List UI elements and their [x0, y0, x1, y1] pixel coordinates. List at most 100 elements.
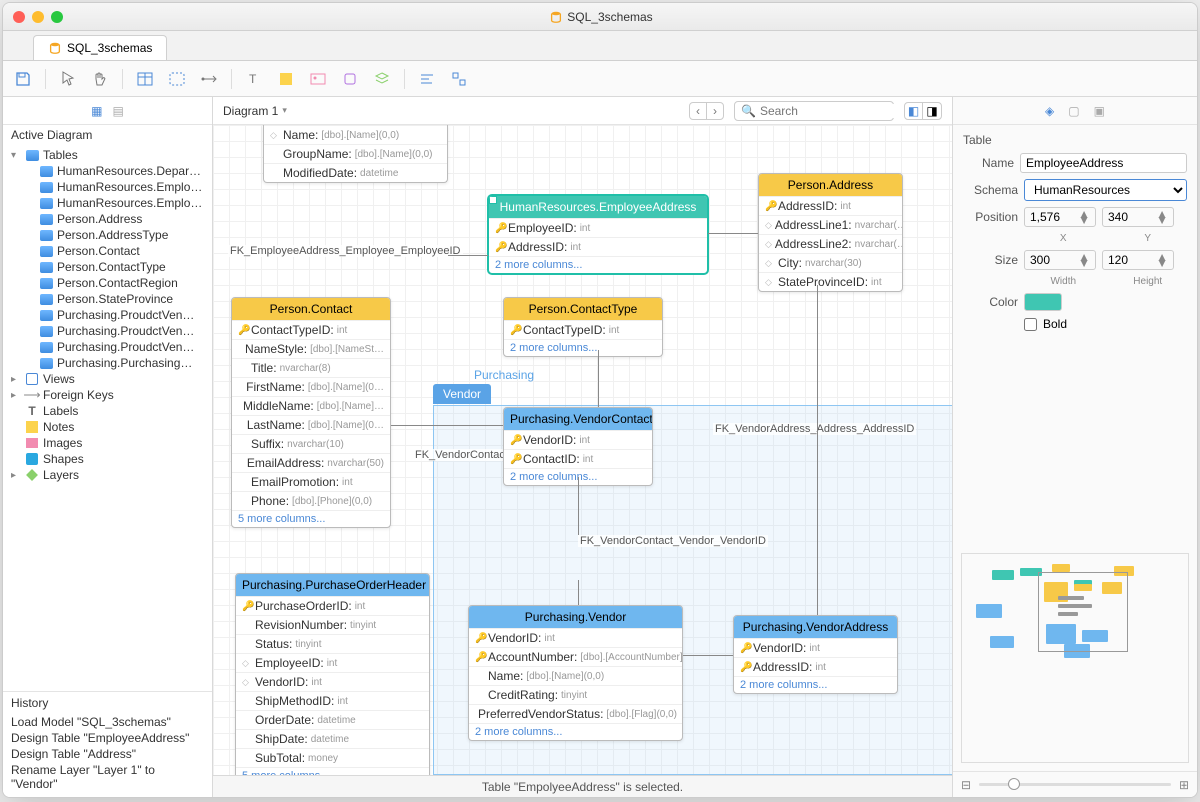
- tree-table-item[interactable]: Purchasing.ProudctVen…: [3, 339, 212, 355]
- right-sidebar: ◈ ▢ ▣ Table Name SchemaHumanResources Po…: [952, 97, 1197, 797]
- tree-table-item[interactable]: Person.ContactRegion: [3, 275, 212, 291]
- tree-fks-group[interactable]: ▸Foreign Keys: [3, 387, 212, 403]
- tree-table-item[interactable]: HumanResources.Emplo…: [3, 195, 212, 211]
- canvas-view-toggle[interactable]: ◧◨: [904, 102, 942, 120]
- entity-table[interactable]: Person.Contact🔑ContactTypeID: intNameSty…: [231, 297, 391, 528]
- history-heading: History: [11, 696, 204, 710]
- text-icon[interactable]: T: [244, 69, 264, 89]
- nav-back-icon: ‹: [690, 103, 707, 119]
- tree-tab-icon[interactable]: ▦: [91, 104, 102, 118]
- tree-table-item[interactable]: Purchasing.ProudctVen…: [3, 307, 212, 323]
- region-tab[interactable]: Vendor: [433, 384, 491, 404]
- tree-labels-group[interactable]: ▸Labels: [3, 403, 212, 419]
- svg-text:T: T: [249, 72, 257, 86]
- object-tree: ▾Tables HumanResources.Depar…HumanResour…: [3, 145, 212, 485]
- color-swatch[interactable]: [1024, 293, 1062, 311]
- zoom-in-icon[interactable]: ⊞: [1179, 778, 1189, 792]
- document-tab-label: SQL_3schemas: [67, 41, 152, 55]
- tree-notes-group[interactable]: ▸Notes: [3, 419, 212, 435]
- tree-table-item[interactable]: Person.AddressType: [3, 227, 212, 243]
- width-field[interactable]: 300▲▼: [1024, 250, 1096, 270]
- active-diagram-heading: Active Diagram: [3, 125, 212, 145]
- fk-label: FK_VendorContact: [413, 449, 510, 461]
- style-icon[interactable]: ▢: [1068, 104, 1079, 118]
- history-item[interactable]: Design Table "Address": [11, 746, 204, 762]
- minimap[interactable]: [961, 553, 1189, 763]
- list-tab-icon[interactable]: ▤: [113, 104, 124, 118]
- arrange-icon[interactable]: [449, 69, 469, 89]
- entity-partial[interactable]: ◇Name: [dbo].[Name](0,0)GroupName: [dbo]…: [263, 125, 448, 183]
- tree-table-item[interactable]: Person.ContactType: [3, 259, 212, 275]
- tree-table-item[interactable]: HumanResources.Emplo…: [3, 179, 212, 195]
- image-icon[interactable]: [308, 69, 328, 89]
- name-field[interactable]: [1020, 153, 1187, 173]
- tree-shapes-group[interactable]: ▸Shapes: [3, 451, 212, 467]
- minimize-icon[interactable]: [32, 11, 44, 23]
- pointer-icon[interactable]: [58, 69, 78, 89]
- database-icon: [48, 41, 62, 55]
- entity-table[interactable]: Purchasing.VendorAddress🔑VendorID: int🔑A…: [733, 615, 898, 694]
- name-label: Name: [963, 156, 1014, 170]
- history-item[interactable]: Load Model "SQL_3schemas": [11, 714, 204, 730]
- diagram-selector[interactable]: Diagram 1▾: [223, 104, 287, 118]
- tree-table-item[interactable]: Person.Contact: [3, 243, 212, 259]
- table-icon[interactable]: [135, 69, 155, 89]
- entity-table[interactable]: Purchasing.PurchaseOrderHeader🔑PurchaseO…: [235, 573, 430, 775]
- diagram-canvas[interactable]: Purchasing Vendor FK_EmployeeAddress_Emp…: [213, 125, 952, 775]
- fk-label: FK_VendorAddress_Address_AddressID: [713, 423, 916, 435]
- entity-table[interactable]: HumanResources.EmployeeAddress🔑EmployeeI…: [488, 195, 708, 274]
- document-tabs: SQL_3schemas: [3, 31, 1197, 61]
- entity-table[interactable]: Person.ContactType🔑ContactTypeID: int2 m…: [503, 297, 663, 357]
- layer-icon[interactable]: [372, 69, 392, 89]
- titlebar: SQL_3schemas: [3, 3, 1197, 31]
- zoom-icon[interactable]: [51, 11, 63, 23]
- relation-icon[interactable]: [199, 69, 219, 89]
- document-tab[interactable]: SQL_3schemas: [33, 35, 167, 60]
- left-sidebar: ▦ ▤ Active Diagram ▾Tables HumanResource…: [3, 97, 213, 797]
- inspector-tabs: ◈ ▢ ▣: [953, 97, 1197, 125]
- tree-images-group[interactable]: ▸Images: [3, 435, 212, 451]
- pos-y-field[interactable]: 340▲▼: [1102, 207, 1174, 227]
- canvas-header: Diagram 1▾ ‹› 🔍 ◧◨: [213, 97, 952, 125]
- entity-table[interactable]: Purchasing.Vendor🔑VendorID: int🔑AccountN…: [468, 605, 683, 741]
- window-controls: [13, 11, 63, 23]
- properties-panel: Table Name SchemaHumanResources Position…: [953, 125, 1197, 345]
- entity-table[interactable]: Purchasing.VendorContact🔑VendorID: int🔑C…: [503, 407, 653, 486]
- history-item[interactable]: Rename Layer "Layer 1" to "Vendor": [11, 762, 204, 792]
- cube-icon[interactable]: ◈: [1045, 104, 1054, 118]
- tree-views-group[interactable]: ▸Views: [3, 371, 212, 387]
- save-icon[interactable]: [13, 69, 33, 89]
- history-item[interactable]: Design Table "EmployeeAddress": [11, 730, 204, 746]
- note-icon[interactable]: [276, 69, 296, 89]
- tree-table-item[interactable]: Purchasing.ProudctVen…: [3, 323, 212, 339]
- entity-table[interactable]: Person.Address🔑AddressID: int◇AddressLin…: [758, 173, 903, 292]
- metrics-icon[interactable]: ▣: [1094, 104, 1105, 118]
- nav-history[interactable]: ‹›: [689, 102, 724, 120]
- history-panel: History Load Model "SQL_3schemas"Design …: [3, 691, 212, 797]
- height-field[interactable]: 120▲▼: [1102, 250, 1174, 270]
- shape-icon[interactable]: [340, 69, 360, 89]
- hand-icon[interactable]: [90, 69, 110, 89]
- tree-table-item[interactable]: Purchasing.Purchasing…: [3, 355, 212, 371]
- toolbar: T: [3, 61, 1197, 97]
- schema-label: Schema: [963, 183, 1018, 197]
- color-label: Color: [963, 295, 1018, 309]
- zoom-out-icon[interactable]: ⊟: [961, 778, 971, 792]
- search-input[interactable]: 🔍: [734, 101, 894, 121]
- tree-layers-group[interactable]: ▸Layers: [3, 467, 212, 483]
- pos-x-field[interactable]: 1,576▲▼: [1024, 207, 1096, 227]
- tree-table-item[interactable]: Person.Address: [3, 211, 212, 227]
- view-icon[interactable]: [167, 69, 187, 89]
- schema-select[interactable]: HumanResources: [1024, 179, 1187, 201]
- fk-label: FK_EmployeeAddress_Employee_EmployeeID: [228, 245, 463, 257]
- zoom-slider[interactable]: ⊟ ⊞: [953, 771, 1197, 797]
- tree-table-item[interactable]: HumanResources.Depar…: [3, 163, 212, 179]
- bold-checkbox[interactable]: [1024, 318, 1037, 331]
- tree-table-item[interactable]: Person.StateProvince: [3, 291, 212, 307]
- props-heading: Table: [963, 133, 1187, 147]
- status-bar: Table "EmpolyeeAddress" is selected.: [213, 775, 952, 797]
- database-icon: [549, 10, 563, 24]
- close-icon[interactable]: [13, 11, 25, 23]
- align-icon[interactable]: [417, 69, 437, 89]
- tree-tables-group[interactable]: ▾Tables: [3, 147, 212, 163]
